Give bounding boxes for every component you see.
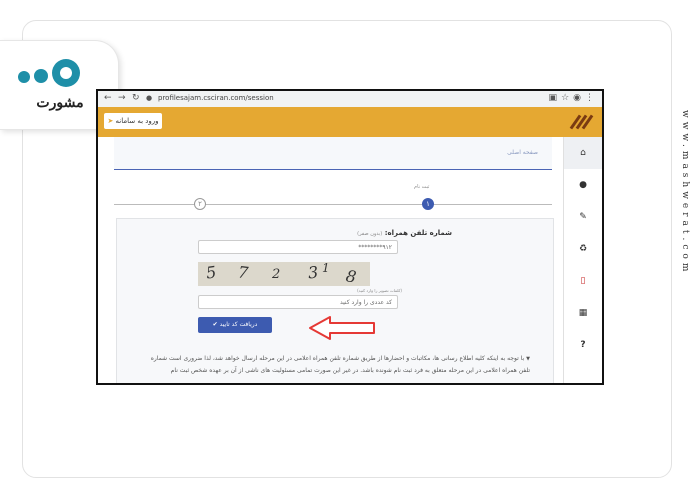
edit-icon: ✎ — [579, 212, 587, 222]
phone-hint: (بدون صفر) — [357, 231, 383, 237]
user-icon: ● — [579, 180, 587, 190]
sidebar: ⌂ ● ✎ ♻ ▯ ▦ ? — [563, 137, 602, 383]
sidebar-item-home[interactable]: ⌂ — [564, 137, 602, 169]
phone-label: شماره تلفن همراه: (بدون صفر) — [357, 229, 452, 237]
star-icon[interactable]: ☆ — [561, 93, 573, 103]
address-bar[interactable]: profilesajam.csciran.com/session — [158, 94, 274, 102]
sidebar-item-mobile[interactable]: ▯ — [564, 265, 602, 297]
sidebar-item-building[interactable]: ▦ — [564, 297, 602, 329]
logo-dot — [34, 69, 48, 83]
logo-dot — [18, 71, 30, 83]
home-icon: ⌂ — [580, 148, 586, 158]
login-icon: ➤ — [107, 117, 114, 125]
profile-icon[interactable]: ◉ — [573, 93, 585, 103]
breadcrumb: صفحه اصلی — [114, 137, 552, 170]
captcha-char: 5 — [204, 262, 218, 283]
captcha-input[interactable]: کد عددی را وارد کنید — [198, 295, 398, 309]
login-label: ورود به سامانه — [115, 117, 159, 125]
building-icon: ▦ — [578, 308, 588, 318]
notice-line-1: ▼ با توجه به اینکه کلیه اطلاع رسانی ها، … — [122, 353, 530, 365]
step-label-active: ثبت نام — [414, 184, 430, 190]
captcha-image: 5 7 2 3 1 8 — [198, 262, 370, 286]
captcha-char: 2 — [272, 267, 281, 282]
phone-label-text: شماره تلفن همراه: — [384, 229, 452, 237]
reload-icon[interactable]: ↻ — [132, 93, 140, 103]
login-button[interactable]: ورود به سامانه ➤ — [104, 113, 162, 129]
recycle-icon: ♻ — [578, 244, 588, 254]
browser-toolbar: ← → ↻ ● profilesajam.csciran.com/session… — [98, 91, 602, 108]
browser-screenshot: ← → ↻ ● profilesajam.csciran.com/session… — [96, 89, 604, 385]
notice-line-1-text: با توجه به اینکه کلیه اطلاع رسانی ها، مک… — [150, 355, 525, 362]
captcha-char: 1 — [322, 262, 330, 275]
menu-icon[interactable]: ⋮ — [585, 93, 598, 103]
progress-line — [114, 204, 552, 205]
captcha-char: 7 — [237, 262, 250, 283]
check-icon: ✔ — [212, 321, 218, 328]
breadcrumb-home[interactable]: صفحه اصلی — [507, 149, 538, 156]
site-logo[interactable] — [569, 113, 594, 131]
phone-input[interactable]: ۹۱۲******** — [198, 240, 398, 254]
captcha-note: (کلمات تصویر را وارد کنید) — [357, 288, 402, 293]
logo-dot-inner — [60, 67, 72, 79]
notice-line-2: تلفن همراه اعلامی در این مرحله متعلق به … — [170, 367, 530, 374]
sidebar-item-edit[interactable]: ✎ — [564, 201, 602, 233]
get-code-button[interactable]: دریافت کد تایید ✔ — [198, 317, 272, 333]
logo-text: مشورت — [36, 95, 84, 111]
sidebar-item-recycle[interactable]: ♻ — [564, 233, 602, 265]
bullet-icon: ▼ — [526, 356, 530, 362]
step-pending: ۲ — [194, 198, 206, 210]
site-header: ورود به سامانه ➤ — [98, 107, 602, 137]
get-code-label: دریافت کد تایید — [219, 321, 258, 328]
back-icon[interactable]: ← — [104, 93, 112, 103]
step-active: ۱ — [422, 198, 434, 210]
site-url-watermark: www.mashwerat.com — [680, 110, 690, 276]
extension-icon[interactable]: ▣ — [549, 93, 562, 103]
forward-icon[interactable]: → — [118, 93, 126, 103]
captcha-char: 3 — [307, 262, 320, 283]
captcha-char: 8 — [344, 266, 358, 286]
question-icon: ? — [580, 340, 586, 350]
sidebar-item-profile[interactable]: ● — [564, 169, 602, 201]
mobile-icon: ▯ — [580, 276, 586, 286]
notice-text: ▼ با توجه به اینکه کلیه اطلاع رسانی ها، … — [122, 353, 530, 377]
lock-icon: ● — [146, 94, 153, 102]
red-arrow-annotation — [309, 316, 375, 340]
browser-actions: ▣☆◉⋮ — [549, 93, 598, 103]
sidebar-item-help[interactable]: ? — [564, 329, 602, 361]
